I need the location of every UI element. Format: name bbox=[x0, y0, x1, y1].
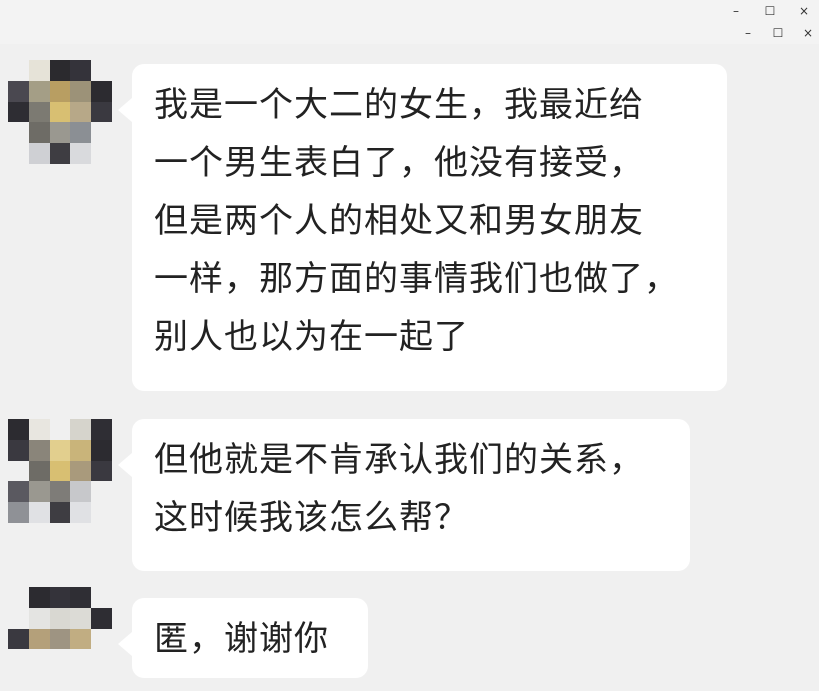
avatar[interactable] bbox=[8, 419, 112, 523]
avatar[interactable] bbox=[8, 60, 112, 164]
maximize-button-secondary[interactable]: ☐ bbox=[770, 27, 786, 41]
minimize-button[interactable]: – bbox=[728, 5, 744, 19]
message-text: 但是两个人的相处又和男女朋友 bbox=[154, 201, 644, 241]
window-titlebar: – ☐ × – ☐ × bbox=[0, 0, 819, 44]
minimize-button-secondary[interactable]: – bbox=[740, 27, 756, 41]
message-text: 匿，谢谢你 bbox=[154, 619, 329, 659]
message-text: 这时候我该怎么帮？ bbox=[154, 498, 469, 538]
message-bubble[interactable]: 但他就是不肯承认我们的关系， 这时候我该怎么帮？ bbox=[118, 419, 690, 571]
message-text: 一样，那方面的事情我们也做了， bbox=[154, 259, 679, 299]
close-button-secondary[interactable]: × bbox=[800, 27, 816, 41]
message-bubble[interactable]: 匿，谢谢你 bbox=[118, 598, 368, 678]
message-text: 别人也以为在一起了 bbox=[154, 317, 469, 357]
message-text: 但他就是不肯承认我们的关系， bbox=[154, 440, 644, 480]
avatar[interactable] bbox=[8, 587, 112, 691]
message-text: 一个男生表白了，他没有接受， bbox=[154, 143, 644, 183]
message-text: 我是一个大二的女生，我最近给 bbox=[154, 85, 644, 125]
maximize-button[interactable]: ☐ bbox=[762, 5, 778, 19]
message-bubble[interactable]: 我是一个大二的女生，我最近给 一个男生表白了，他没有接受， 但是两个人的相处又和… bbox=[118, 64, 727, 391]
chat-panel: 我是一个大二的女生，我最近给 一个男生表白了，他没有接受， 但是两个人的相处又和… bbox=[0, 44, 819, 691]
close-button[interactable]: × bbox=[796, 5, 812, 19]
